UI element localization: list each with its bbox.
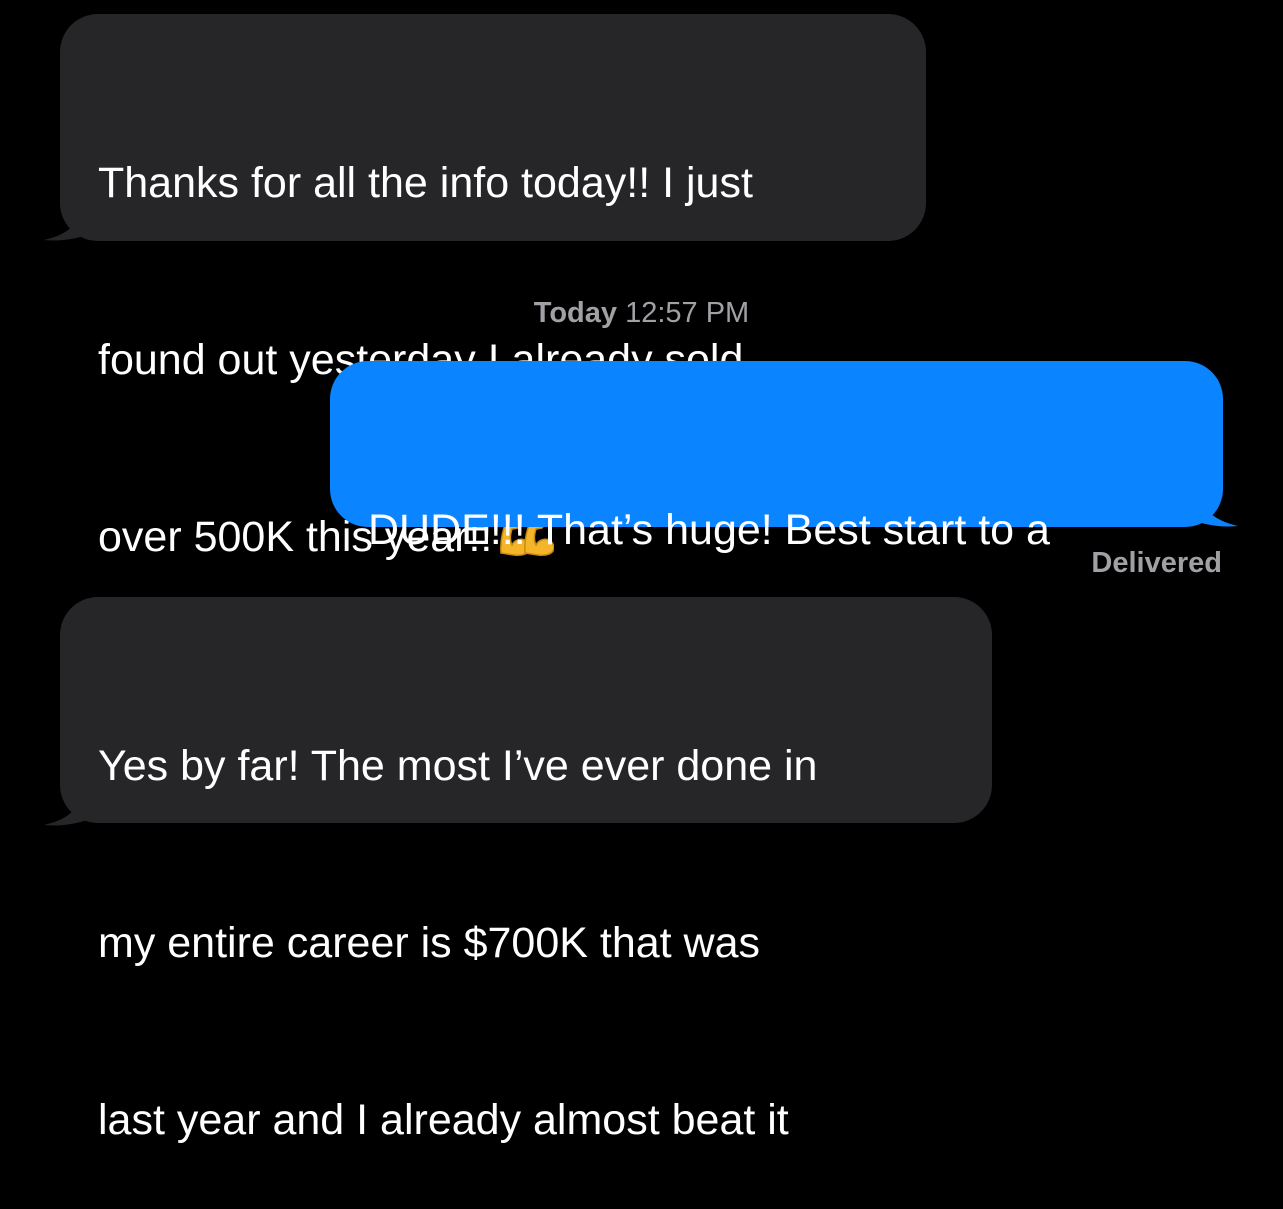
message-line: Yes by far! The most I’ve ever done in bbox=[98, 742, 818, 790]
message-line: DUDE!!! That’s huge! Best start to a bbox=[368, 506, 1050, 554]
message-line: my entire career is $700K that was bbox=[98, 919, 761, 967]
message-line: Thanks for all the info today!! I just bbox=[98, 159, 753, 207]
timestamp-time: 12:57 PM bbox=[625, 297, 750, 329]
message-bubble-incoming-1[interactable]: Thanks for all the info today!! I just f… bbox=[60, 14, 926, 561]
message-bubble-outgoing-1[interactable]: DUDE!!! That’s huge! Best start to a yea… bbox=[330, 361, 1223, 731]
message-bubble-incoming-2[interactable]: Yes by far! The most I’ve ever done in m… bbox=[60, 597, 992, 1144]
message-timestamp: Today 12:57 PM bbox=[0, 293, 1283, 333]
delivery-status: Delivered bbox=[1091, 547, 1222, 579]
timestamp-day: Today bbox=[533, 297, 618, 329]
message-line: last year and I already almost beat it bbox=[98, 1096, 789, 1144]
